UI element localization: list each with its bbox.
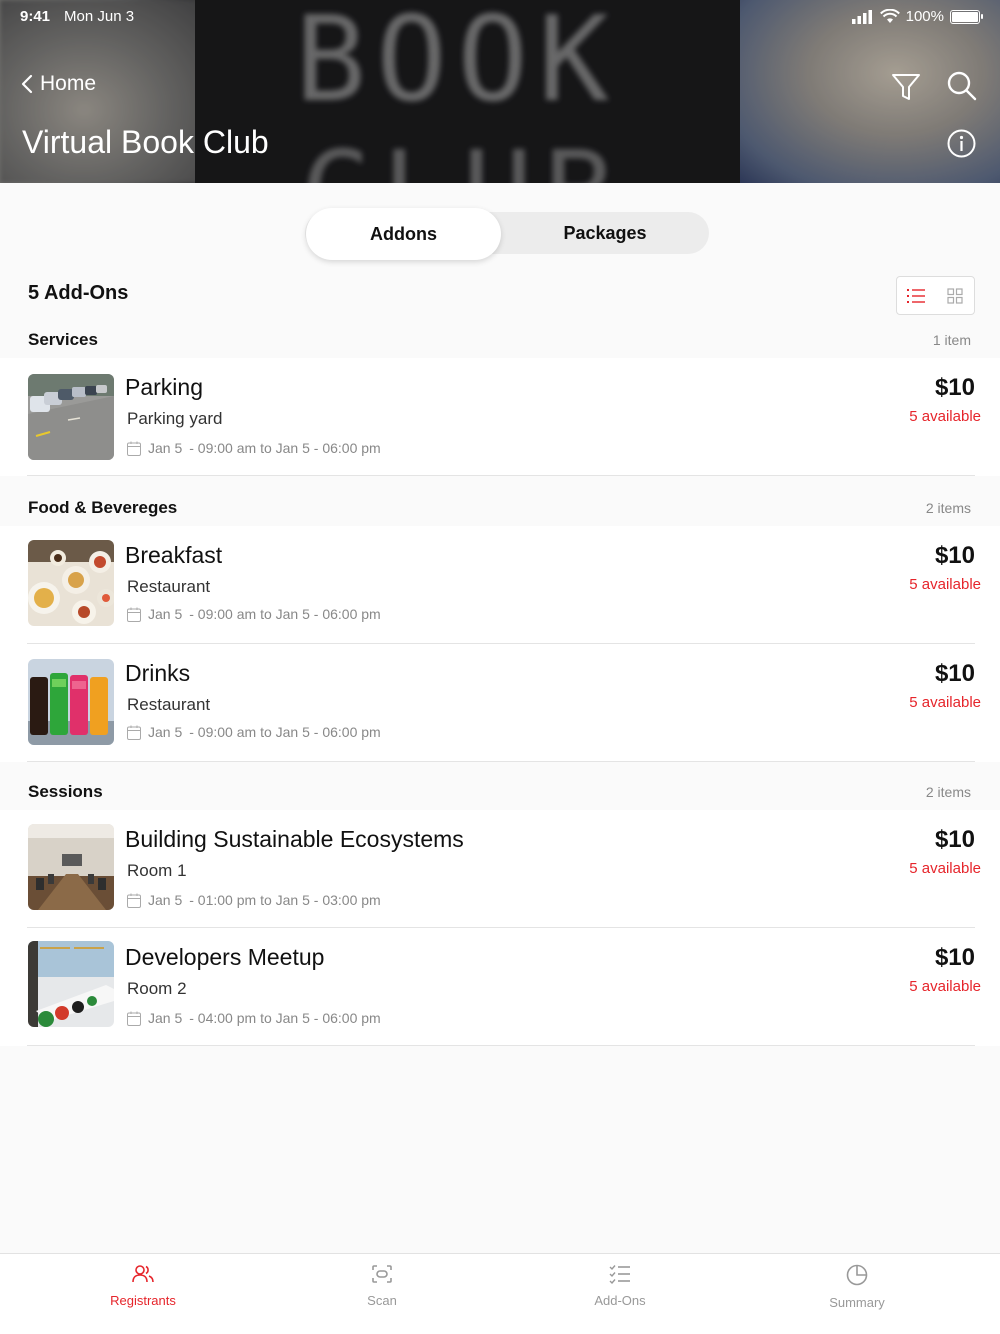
signal-icon xyxy=(851,9,872,24)
divider xyxy=(27,475,975,476)
section-header: Sessions 2 items xyxy=(0,774,1000,810)
item-price: $10 xyxy=(934,660,975,687)
item-availability: 5 available xyxy=(909,978,981,995)
item-date: Jan 5 - 04:00 pm to Jan 5 - 06:00 pm xyxy=(127,1010,381,1026)
date-range: - 01:00 pm to Jan 5 - 03:00 pm xyxy=(189,892,381,908)
item-subtitle: Restaurant xyxy=(127,577,211,596)
people-icon xyxy=(132,1265,154,1283)
item-price: $10 xyxy=(934,542,975,569)
calendar-icon xyxy=(127,893,141,908)
date-start: Jan 5 xyxy=(148,606,183,622)
item-thumbnail xyxy=(28,540,114,626)
section-title: Sessions xyxy=(28,782,103,801)
list-item[interactable]: Breakfast Restaurant Jan 5 - 09:00 am to… xyxy=(0,526,1000,644)
tab-label: Registrants xyxy=(110,1293,176,1308)
section-title: Food & Bevereges xyxy=(28,498,178,517)
item-date: Jan 5 - 09:00 am to Jan 5 - 06:00 pm xyxy=(127,724,381,740)
section-header: Food & Bevereges 2 items xyxy=(0,490,1000,526)
list-view-button[interactable] xyxy=(897,277,936,314)
tab-addons[interactable]: Addons xyxy=(306,208,501,260)
list-item[interactable]: Parking Parking yard Jan 5 - 09:00 am to… xyxy=(0,358,1000,476)
grid-icon xyxy=(947,287,963,304)
item-subtitle: Room 1 xyxy=(127,861,187,880)
grid-view-button[interactable] xyxy=(936,277,975,314)
item-name: Breakfast xyxy=(125,542,223,568)
section-title: Services xyxy=(28,330,98,349)
calendar-icon xyxy=(127,725,141,740)
search-icon[interactable] xyxy=(946,70,978,102)
item-name: Developers Meetup xyxy=(125,944,325,970)
tab-label: Add-Ons xyxy=(594,1293,646,1308)
item-thumbnail xyxy=(28,374,114,460)
item-name: Drinks xyxy=(125,660,191,686)
status-bar: 9:41 Mon Jun 3 100% xyxy=(0,6,1000,28)
checklist-icon xyxy=(609,1265,630,1285)
tab-label: Scan xyxy=(367,1293,397,1308)
tab-add-ons[interactable]: Add-Ons xyxy=(560,1264,680,1308)
item-date: Jan 5 - 09:00 am to Jan 5 - 06:00 pm xyxy=(127,606,381,622)
bottom-tab-bar: Registrants Scan Add-Ons Summary xyxy=(0,1253,1000,1334)
item-subtitle: Parking yard xyxy=(127,409,223,428)
view-mode-toggle xyxy=(896,276,975,315)
back-label: Home xyxy=(40,72,97,95)
date-start: Jan 5 xyxy=(148,892,183,908)
battery-percent: 100% xyxy=(905,8,944,25)
addons-count-title: 5 Add-Ons xyxy=(28,282,129,304)
page-title: Virtual Book Club xyxy=(22,124,269,160)
list-item[interactable]: Building Sustainable Ecosystems Room 1 J… xyxy=(0,810,1000,928)
tab-summary[interactable]: Summary xyxy=(797,1264,917,1310)
list-icon xyxy=(907,288,926,303)
section-count: 2 items xyxy=(925,500,971,516)
item-price: $10 xyxy=(934,944,975,971)
section-header: Services 1 item xyxy=(0,322,1000,358)
item-price: $10 xyxy=(934,826,975,853)
calendar-icon xyxy=(127,607,141,622)
status-time: 9:41 xyxy=(20,8,51,25)
item-availability: 5 available xyxy=(909,408,981,425)
date-start: Jan 5 xyxy=(148,1010,183,1026)
tab-scan[interactable]: Scan xyxy=(322,1264,442,1308)
date-start: Jan 5 xyxy=(148,724,183,740)
item-name: Parking xyxy=(125,374,203,400)
date-start: Jan 5 xyxy=(148,440,183,456)
item-price: $10 xyxy=(934,374,975,401)
item-thumbnail xyxy=(28,659,114,745)
item-subtitle: Restaurant xyxy=(127,695,211,714)
item-date: Jan 5 - 09:00 am to Jan 5 - 06:00 pm xyxy=(127,440,381,456)
tab-packages[interactable]: Packages xyxy=(501,212,709,254)
wifi-icon xyxy=(879,9,900,23)
header-banner: BOOK CLUB 9:41 Mon Jun 3 100% Home Virtu… xyxy=(0,0,1000,183)
item-thumbnail xyxy=(28,941,114,1027)
back-button[interactable]: Home xyxy=(20,72,96,96)
tab-registrants[interactable]: Registrants xyxy=(83,1264,203,1308)
item-subtitle: Room 2 xyxy=(127,979,187,998)
divider xyxy=(27,1045,975,1046)
item-availability: 5 available xyxy=(909,860,981,877)
date-range: - 09:00 am to Jan 5 - 06:00 pm xyxy=(189,606,381,622)
section-count: 1 item xyxy=(932,332,971,348)
filter-icon[interactable] xyxy=(891,72,921,102)
tab-label: Summary xyxy=(829,1295,885,1310)
calendar-icon xyxy=(127,1011,141,1026)
section-count: 2 items xyxy=(925,784,971,800)
battery-icon xyxy=(950,9,983,24)
divider xyxy=(27,761,975,762)
item-name: Building Sustainable Ecosystems xyxy=(125,826,464,852)
date-range: - 09:00 am to Jan 5 - 06:00 pm xyxy=(189,440,381,456)
item-thumbnail xyxy=(28,824,114,910)
calendar-icon xyxy=(127,441,141,456)
item-availability: 5 available xyxy=(909,576,981,593)
list-item[interactable]: Drinks Restaurant Jan 5 - 09:00 am to Ja… xyxy=(0,644,1000,762)
list-item[interactable]: Developers Meetup Room 2 Jan 5 - 04:00 p… xyxy=(0,928,1000,1046)
scan-icon xyxy=(372,1265,392,1283)
chevron-left-icon xyxy=(21,74,33,94)
date-range: - 09:00 am to Jan 5 - 06:00 pm xyxy=(189,724,381,740)
date-range: - 04:00 pm to Jan 5 - 06:00 pm xyxy=(189,1010,381,1026)
status-date: Mon Jun 3 xyxy=(64,8,135,25)
segmented-control: Packages Addons xyxy=(305,208,709,260)
info-icon[interactable] xyxy=(947,129,976,158)
item-availability: 5 available xyxy=(909,694,981,711)
pie-chart-icon xyxy=(846,1264,868,1286)
item-date: Jan 5 - 01:00 pm to Jan 5 - 03:00 pm xyxy=(127,892,381,908)
